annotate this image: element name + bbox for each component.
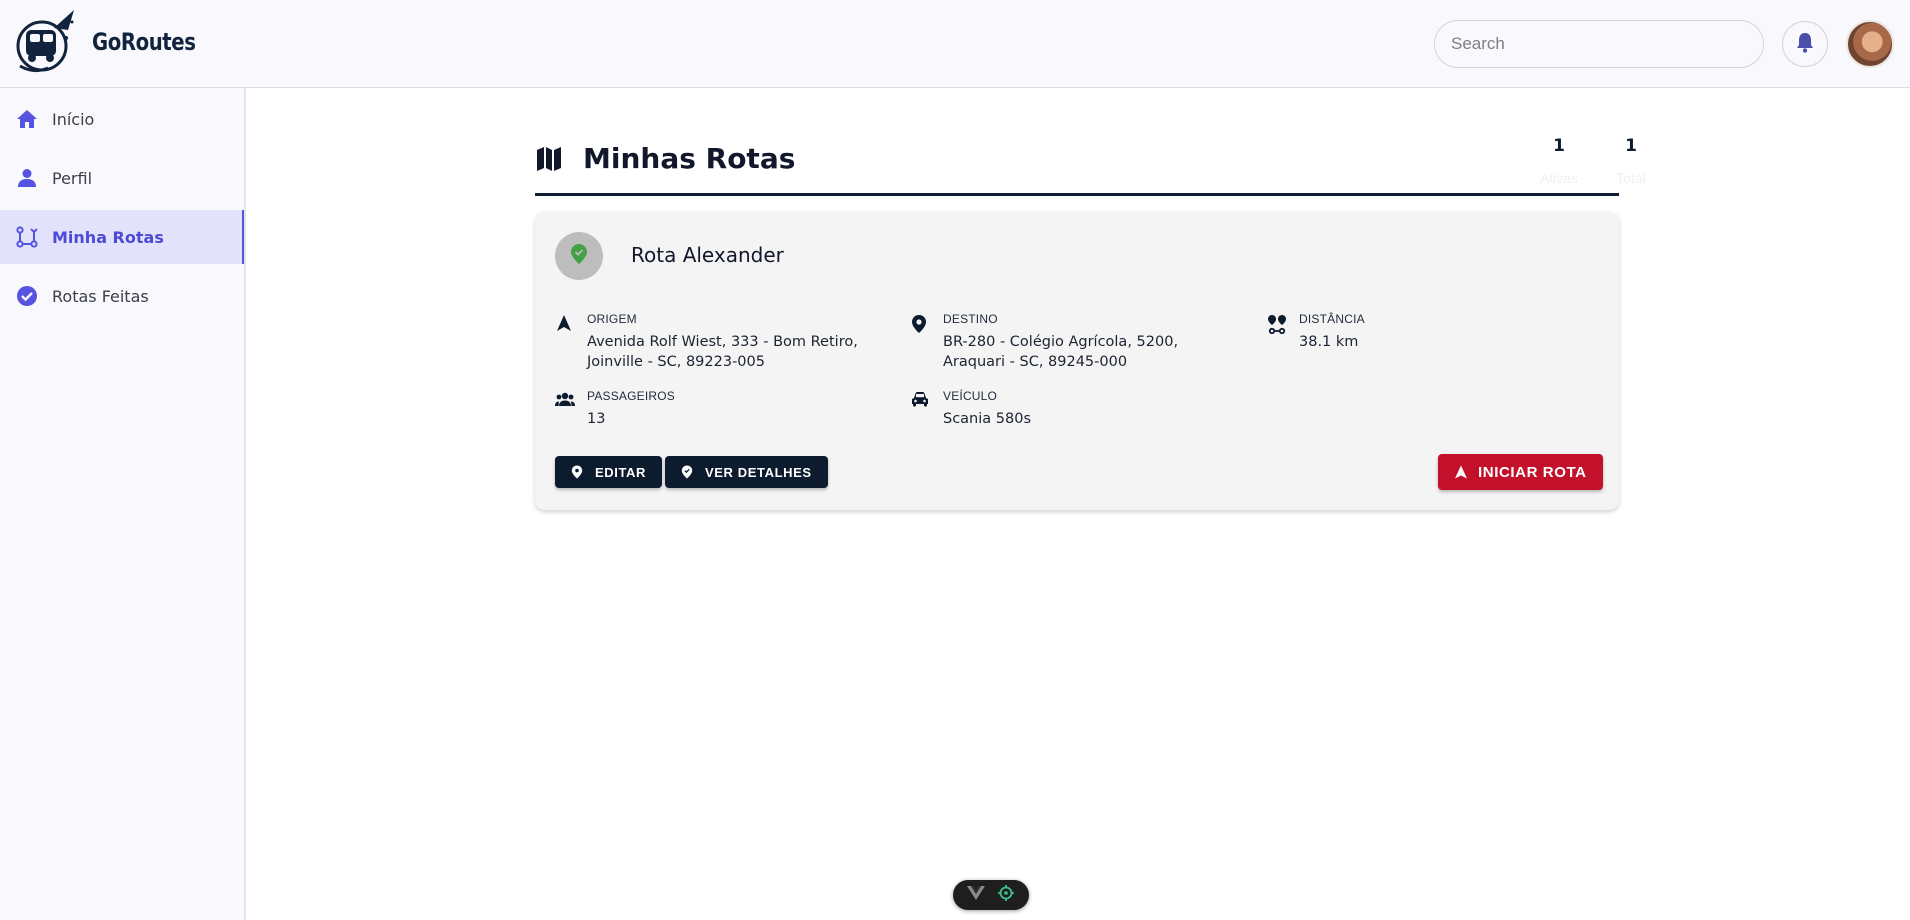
vue-logo-icon[interactable]: [967, 885, 985, 905]
view-details-button-label: VER DETALHES: [705, 464, 812, 480]
location-pin-icon: [571, 465, 585, 479]
field-label: Origem: [587, 312, 637, 326]
edit-button[interactable]: EDITAR: [555, 456, 663, 488]
sidebar: Início Perfil Minha Rotas Rotas Feitas: [0, 88, 246, 920]
route-card: Rota Alexander Origem Avenida Rolf Wiest…: [535, 212, 1619, 510]
map-icon: [535, 146, 565, 176]
stat-label: Ativas: [1539, 170, 1579, 186]
home-icon: [16, 108, 38, 130]
sidebar-item-inicio[interactable]: Início: [0, 92, 244, 146]
route-icon: [16, 226, 38, 248]
field-passageiros: Passageiros 13: [555, 389, 875, 433]
person-icon: [16, 167, 38, 189]
field-label: Destino: [943, 312, 998, 326]
field-value: Scania 580s: [943, 411, 1032, 427]
top-bar: GoRoutes: [0, 0, 1910, 88]
people-icon: [555, 391, 575, 411]
start-route-button-label: INICIAR ROTA: [1478, 463, 1587, 481]
edit-button-label: EDITAR: [595, 464, 647, 480]
field-origem: Origem Avenida Rolf Wiest, 333 - Bom Ret…: [555, 312, 875, 370]
car-icon: [911, 391, 931, 411]
field-veiculo: Veículo Scania 580s: [911, 389, 1231, 433]
navigation-arrow-icon: [555, 314, 575, 334]
sidebar-item-label: Início: [52, 109, 95, 129]
field-value: BR-280 - Colégio Agrícola, 5200, Araquar…: [943, 334, 1179, 370]
sidebar-item-label: Minha Rotas: [52, 227, 164, 247]
verified-pin-icon: [570, 243, 588, 270]
field-value: 13: [587, 411, 606, 427]
field-distancia: Distância 38.1 km: [1267, 312, 1587, 362]
view-details-button[interactable]: VER DETALHES: [665, 456, 828, 488]
navigation-arrow-icon: [1454, 465, 1468, 479]
goroutes-logo-icon[interactable]: [14, 8, 80, 76]
route-status-badge: [555, 232, 603, 280]
sidebar-item-minha-rotas[interactable]: Minha Rotas: [0, 210, 244, 264]
field-value: 38.1 km: [1299, 334, 1359, 350]
stat-ativas: 1 Ativas: [1529, 136, 1589, 186]
search-input[interactable]: [1434, 20, 1764, 68]
sidebar-item-label: Rotas Feitas: [52, 286, 149, 306]
stat-label: Total: [1616, 170, 1646, 186]
field-label: Veículo: [943, 389, 998, 403]
route-title: Rota Alexander: [631, 243, 784, 267]
start-route-button[interactable]: INICIAR ROTA: [1438, 454, 1603, 490]
notifications-button[interactable]: [1782, 21, 1828, 67]
stat-total: 1 Total: [1601, 136, 1661, 186]
location-pin-icon: [911, 314, 931, 334]
user-avatar[interactable]: [1846, 20, 1894, 68]
check-circle-icon: [16, 285, 38, 307]
field-value: Avenida Rolf Wiest, 333 - Bom Retiro, Jo…: [587, 334, 858, 370]
brand-name[interactable]: GoRoutes: [92, 28, 196, 56]
bell-icon: [1795, 31, 1815, 58]
route-distance-icon: [1267, 314, 1287, 335]
sidebar-item-label: Perfil: [52, 168, 93, 188]
dev-toolbar[interactable]: [953, 880, 1029, 910]
location-check-icon: [681, 465, 695, 479]
field-label: Passageiros: [587, 389, 676, 403]
sidebar-item-rotas-feitas[interactable]: Rotas Feitas: [0, 269, 244, 323]
sidebar-item-perfil[interactable]: Perfil: [0, 151, 244, 205]
field-label: Distância: [1299, 312, 1365, 326]
page-title: Minhas Rotas: [583, 142, 796, 175]
page-header: Minhas Rotas 1 Ativas 1 Total: [535, 128, 1646, 196]
inspector-target-icon[interactable]: [997, 884, 1015, 907]
stat-value: 1: [1625, 136, 1637, 156]
stat-value: 1: [1553, 136, 1565, 156]
field-destino: Destino BR-280 - Colégio Agrícola, 5200,…: [911, 312, 1231, 370]
